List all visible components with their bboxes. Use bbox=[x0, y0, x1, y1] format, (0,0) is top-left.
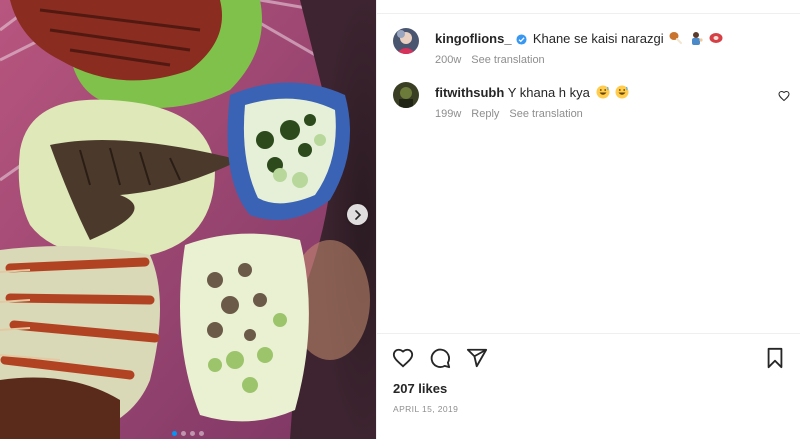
meat-icon bbox=[709, 33, 722, 43]
avatar[interactable] bbox=[393, 82, 419, 108]
author-username[interactable]: kingoflions_ bbox=[435, 31, 512, 46]
post-date: APRIL 15, 2019 bbox=[393, 404, 459, 414]
post-panel: kingoflions_ Khane se kaisi narazgi 200w… bbox=[376, 0, 800, 439]
comment-text: Y khana h kya bbox=[507, 85, 590, 100]
comment-row: fitwithsubh Y khana h kya 199w Reply See… bbox=[393, 82, 629, 120]
post-image[interactable] bbox=[0, 0, 376, 439]
carousel-dot bbox=[172, 431, 177, 436]
author-avatar-icon bbox=[393, 28, 419, 54]
next-image-button[interactable] bbox=[347, 204, 368, 225]
caption-row: kingoflions_ Khane se kaisi narazgi 200w… bbox=[393, 28, 723, 66]
grinning-sweat-icon bbox=[615, 85, 629, 99]
action-bar: 207 likes APRIL 15, 2019 bbox=[377, 333, 800, 439]
see-translation-link[interactable]: See translation bbox=[509, 108, 582, 120]
verified-badge-icon bbox=[516, 34, 527, 45]
save-button[interactable] bbox=[763, 346, 787, 370]
like-comment-heart-icon[interactable] bbox=[778, 90, 790, 102]
carousel-dot bbox=[190, 431, 195, 436]
comment-button[interactable] bbox=[428, 346, 452, 370]
share-button[interactable] bbox=[465, 346, 489, 370]
like-button[interactable] bbox=[391, 346, 415, 370]
grinning-sweat-icon bbox=[596, 85, 609, 99]
food-photo bbox=[0, 0, 376, 439]
heart-icon bbox=[392, 348, 414, 368]
comment-age: 199w bbox=[435, 108, 462, 120]
comment-username[interactable]: fitwithsubh bbox=[435, 85, 504, 100]
reply-button[interactable]: Reply bbox=[471, 108, 499, 120]
bookmark-icon bbox=[767, 347, 783, 369]
paper-plane-icon bbox=[466, 348, 488, 368]
carousel-dot bbox=[199, 431, 204, 436]
panel-header-divider bbox=[377, 0, 800, 14]
caption-text: Khane se kaisi narazgi bbox=[532, 31, 664, 46]
comment-bubble-icon bbox=[430, 348, 451, 369]
person-tipping-hand-icon bbox=[691, 32, 703, 45]
carousel-dots bbox=[0, 431, 376, 436]
likes-count[interactable]: 207 likes bbox=[393, 381, 447, 396]
carousel-dot bbox=[181, 431, 186, 436]
chevron-right-icon bbox=[354, 209, 361, 220]
see-translation-link[interactable]: See translation bbox=[471, 54, 544, 66]
commenter-avatar-icon bbox=[393, 82, 419, 108]
caption-age: 200w bbox=[435, 54, 462, 66]
poultry-leg-icon bbox=[669, 32, 683, 44]
avatar[interactable] bbox=[393, 28, 419, 54]
